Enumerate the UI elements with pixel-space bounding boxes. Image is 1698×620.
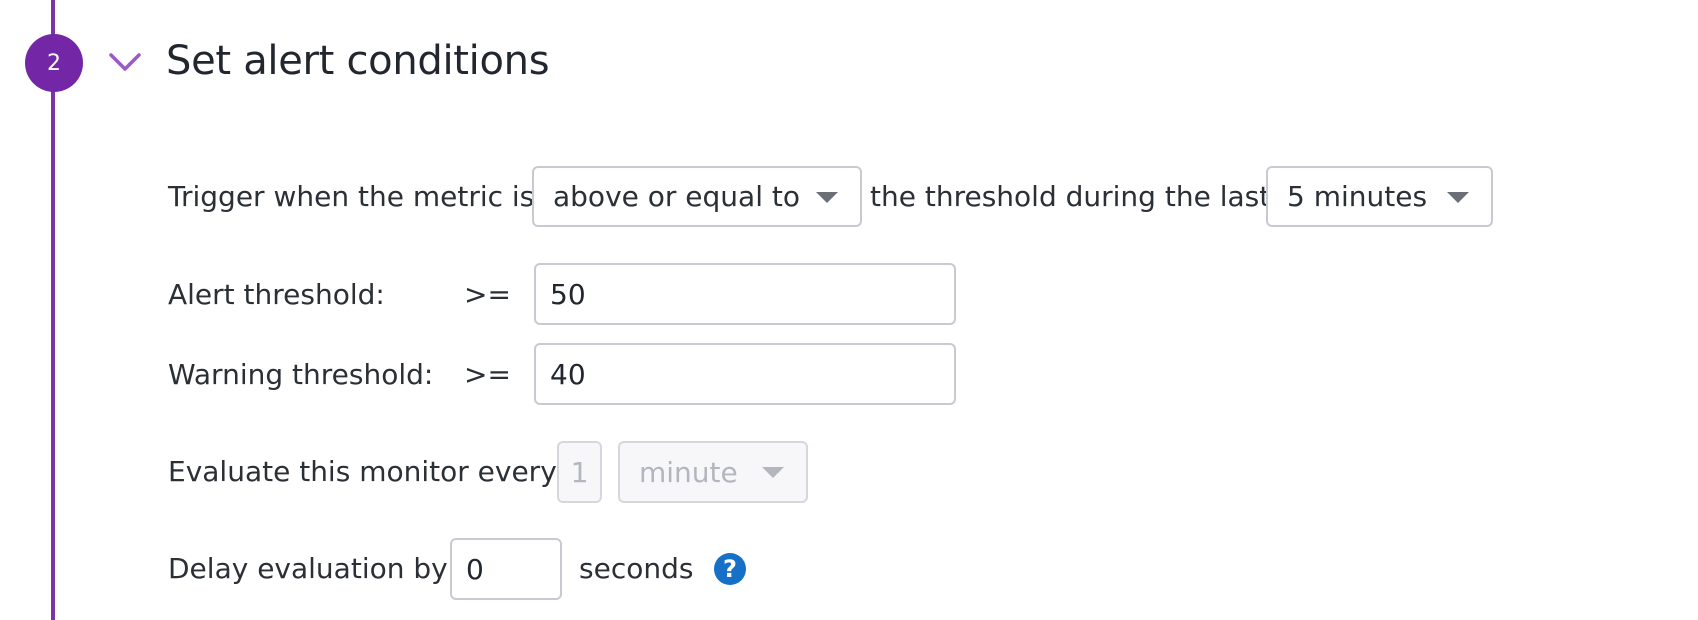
evaluate-unit-select: minute [618, 441, 808, 503]
delay-unit-label: seconds [579, 552, 694, 585]
delay-seconds-input[interactable] [450, 538, 562, 600]
evaluate-frequency-label: Evaluate this monitor every [168, 455, 557, 488]
caret-down-icon [816, 191, 838, 203]
evaluate-unit-select-value: minute [639, 455, 738, 489]
evaluate-count-input [557, 441, 602, 503]
time-window-select-value: 5 minutes [1287, 180, 1428, 213]
time-window-select[interactable]: 5 minutes [1266, 166, 1493, 227]
trigger-middle-label: the threshold during the last [870, 180, 1271, 213]
delay-evaluation-label: Delay evaluation by [168, 552, 448, 585]
caret-down-icon [1447, 191, 1469, 203]
alert-threshold-operator: >= [464, 278, 511, 311]
warning-threshold-label: Warning threshold: [168, 358, 434, 391]
question-circle-icon[interactable]: ? [714, 553, 746, 585]
alert-threshold-label: Alert threshold: [168, 278, 385, 311]
trigger-prefix-label: Trigger when the metric is [168, 180, 535, 213]
chevron-down-icon[interactable] [108, 50, 142, 74]
warning-threshold-input[interactable] [534, 343, 956, 405]
section-title: Set alert conditions [166, 38, 550, 84]
caret-down-icon [762, 467, 784, 478]
step-timeline-line [51, 0, 55, 620]
warning-threshold-operator: >= [464, 358, 511, 391]
comparison-select-value: above or equal to [553, 180, 800, 213]
alert-threshold-input[interactable] [534, 263, 956, 325]
step-number-badge: 2 [25, 34, 83, 92]
comparison-select[interactable]: above or equal to [532, 166, 862, 227]
